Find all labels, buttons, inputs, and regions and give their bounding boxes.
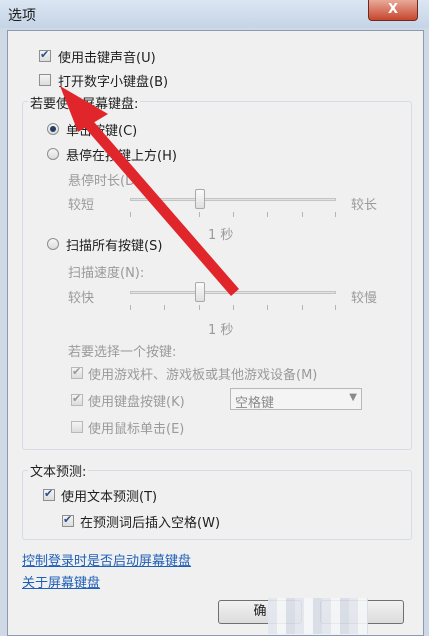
arrow-head <box>60 86 108 132</box>
annotation-arrow <box>60 86 239 296</box>
arrow-shaft <box>80 115 239 296</box>
